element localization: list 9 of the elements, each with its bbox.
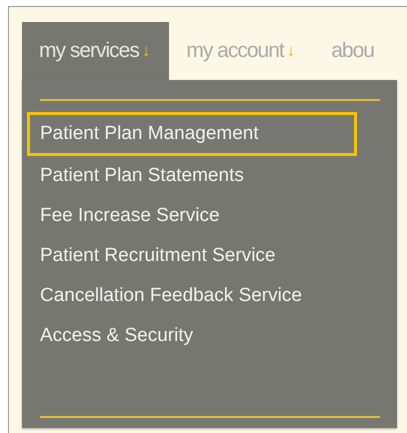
menu-item[interactable]: Fee Increase Service — [27, 193, 357, 233]
menu-item[interactable]: Access & Security — [27, 313, 357, 353]
nav-tab[interactable]: my services↓ — [22, 22, 170, 80]
nav-tab[interactable]: my account↓ — [169, 22, 314, 80]
menu-item[interactable]: Patient Plan Management — [27, 112, 357, 156]
nav-tab[interactable]: abou — [314, 22, 394, 80]
menu-item[interactable]: Cancellation Feedback Service — [27, 273, 357, 313]
menu-item[interactable]: Patient Plan Statements — [27, 153, 357, 193]
menu-item[interactable]: Patient Recruitment Service — [27, 233, 357, 273]
